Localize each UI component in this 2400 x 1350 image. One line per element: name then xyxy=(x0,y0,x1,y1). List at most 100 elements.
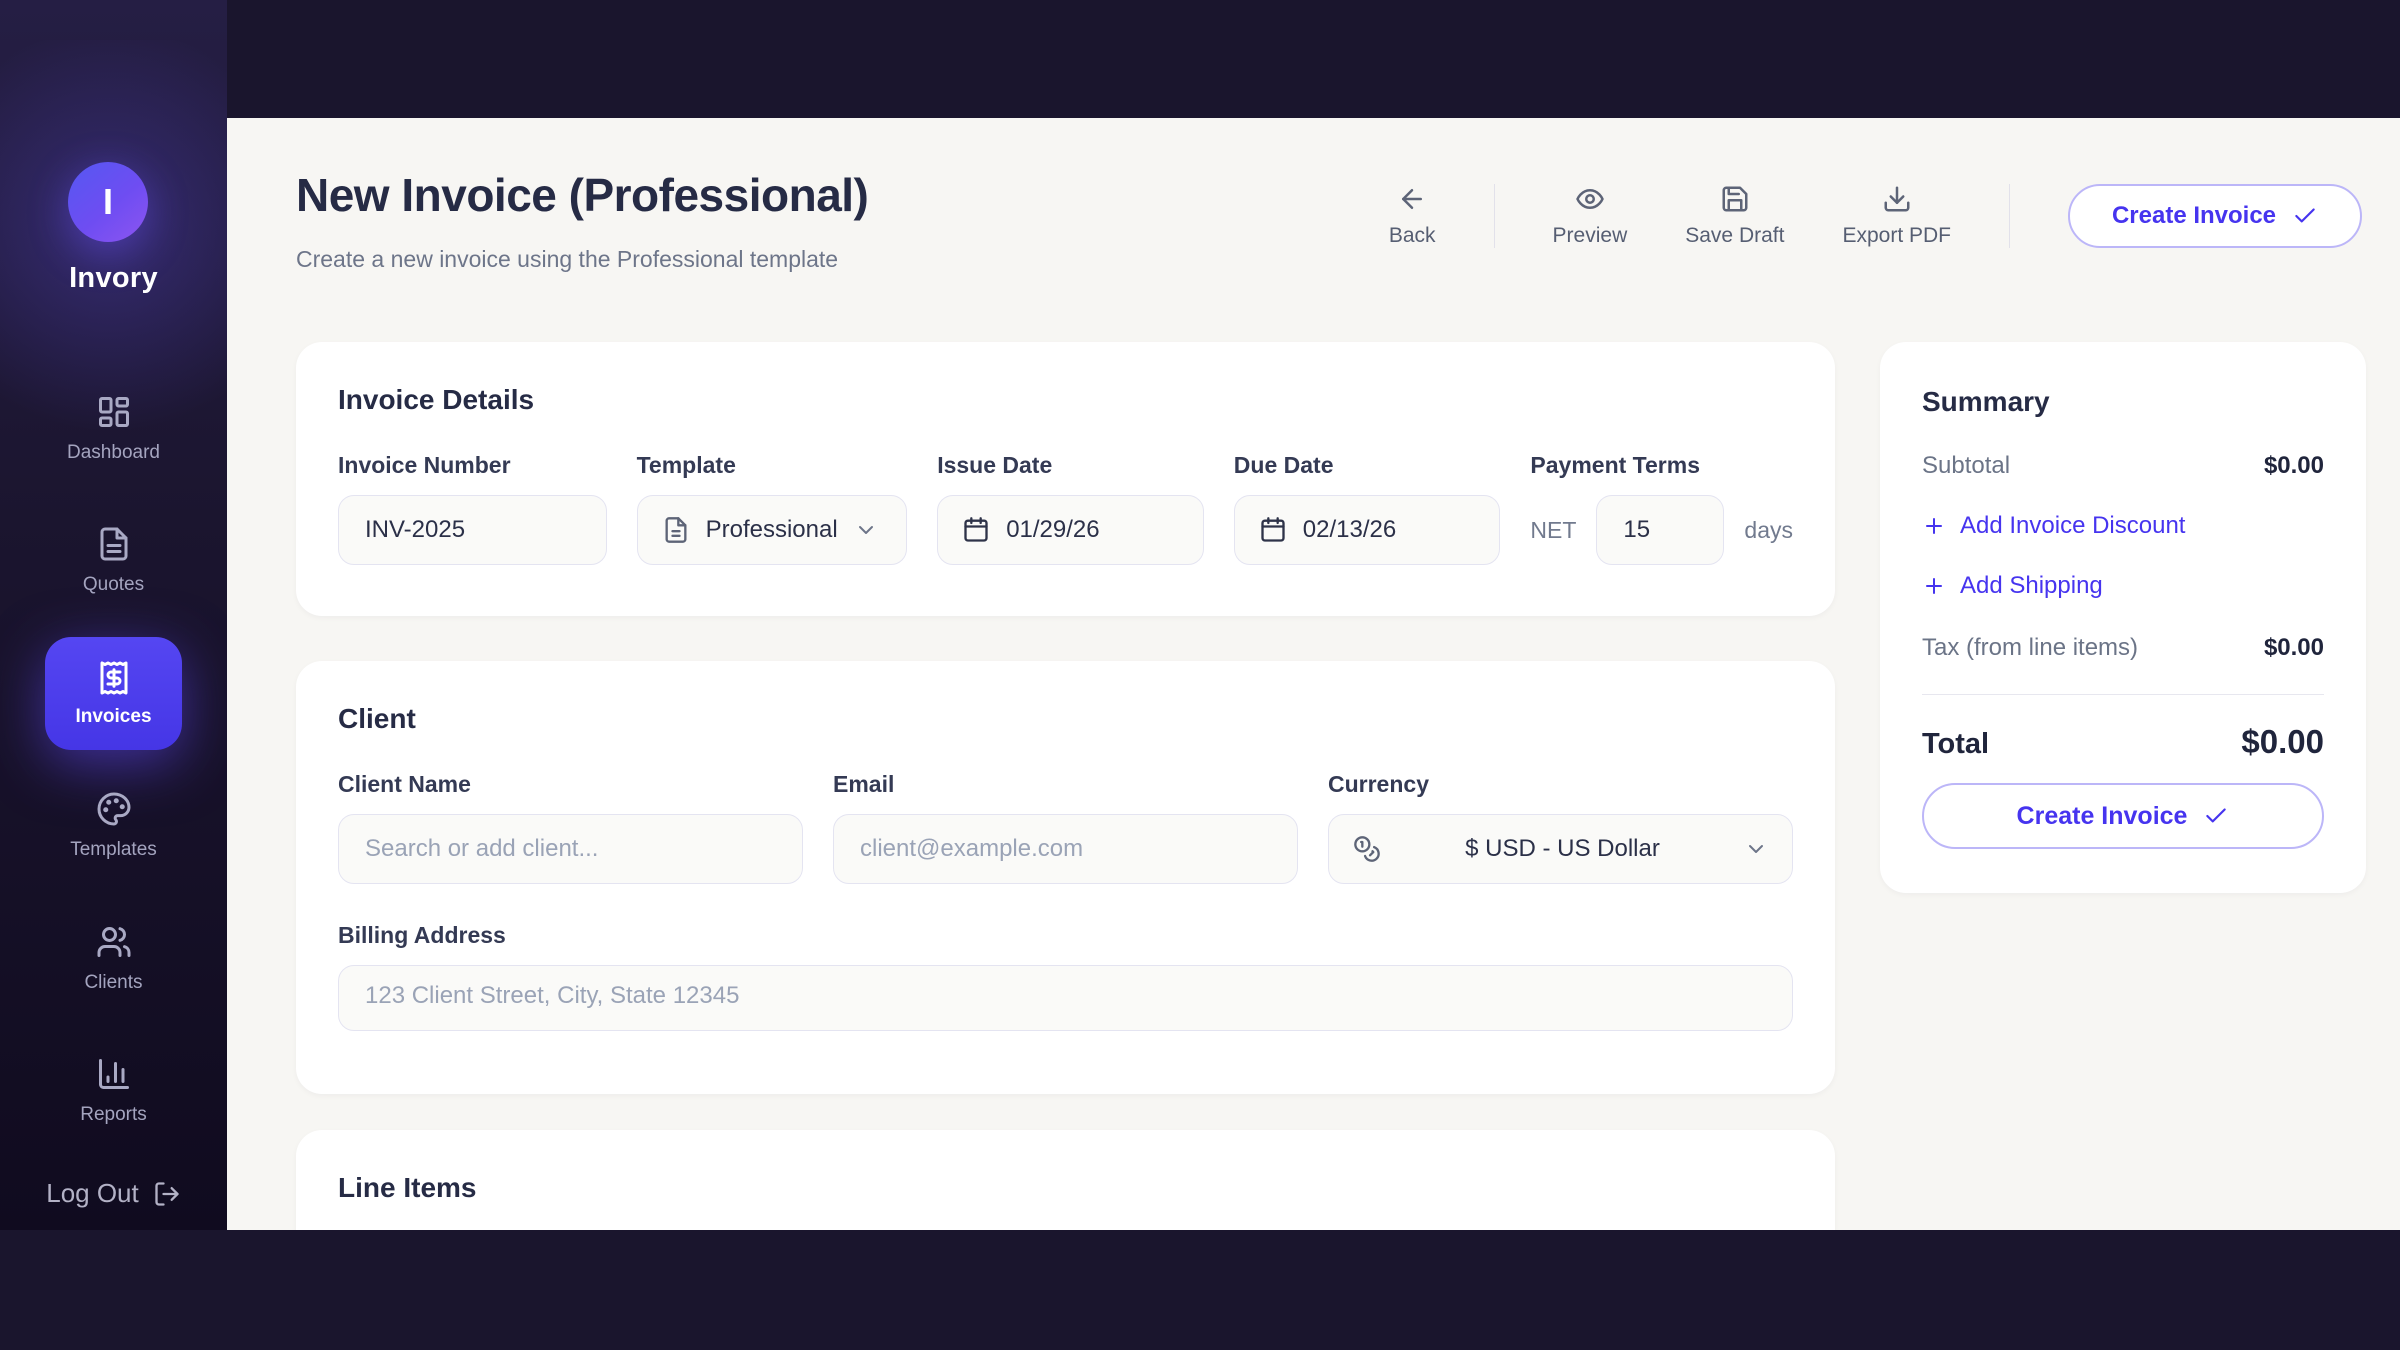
invoice-number-field: Invoice Number xyxy=(338,452,607,565)
add-discount-label: Add Invoice Discount xyxy=(1960,512,2185,540)
sidebar-item-label: Invoices xyxy=(75,706,151,728)
file-text-icon xyxy=(96,526,132,562)
add-discount-link[interactable]: Add Invoice Discount xyxy=(1922,512,2324,540)
currency-label: Currency xyxy=(1328,771,1793,798)
client-name-field: Client Name xyxy=(338,771,803,884)
line-items-card: Line Items xyxy=(296,1130,1835,1230)
client-name-input[interactable] xyxy=(338,814,803,884)
logout-button[interactable]: Log Out xyxy=(0,1178,227,1209)
receipt-dollar-icon xyxy=(96,660,132,696)
billing-address-label: Billing Address xyxy=(338,922,1793,949)
client-email-label: Email xyxy=(833,771,1298,798)
calendar-icon xyxy=(1259,516,1287,544)
add-shipping-link[interactable]: Add Shipping xyxy=(1922,572,2324,600)
plus-icon xyxy=(1922,514,1946,538)
invoice-number-label: Invoice Number xyxy=(338,452,607,479)
app-logo[interactable]: I xyxy=(68,162,148,242)
net-prefix: NET xyxy=(1530,517,1576,544)
tax-value: $0.00 xyxy=(2264,634,2324,662)
issue-date-field: Issue Date 01/29/26 xyxy=(937,452,1204,565)
add-shipping-label: Add Shipping xyxy=(1960,572,2103,600)
eye-icon xyxy=(1575,184,1605,214)
sidebar-item-reports[interactable]: Reports xyxy=(0,1056,227,1126)
template-label: Template xyxy=(637,452,908,479)
tax-label: Tax (from line items) xyxy=(1922,634,2138,662)
summary-card: Summary Subtotal $0.00 Add Invoice Disco… xyxy=(1880,342,2366,893)
plus-icon xyxy=(1922,574,1946,598)
client-card: Client Client Name Email Currency $ USD … xyxy=(296,661,1835,1094)
preview-button[interactable]: Preview xyxy=(1553,184,1628,248)
sidebar-item-templates[interactable]: Templates xyxy=(0,791,227,861)
export-pdf-label: Export PDF xyxy=(1842,224,1951,248)
file-text-icon xyxy=(662,516,690,544)
save-draft-button[interactable]: Save Draft xyxy=(1685,184,1784,248)
issue-date-picker[interactable]: 01/29/26 xyxy=(937,495,1204,565)
subtotal-row: Subtotal $0.00 xyxy=(1922,452,2324,480)
palette-icon xyxy=(96,791,132,827)
template-field: Template Professional xyxy=(637,452,908,565)
billing-address-field: Billing Address xyxy=(338,922,1793,1031)
issue-date-value: 01/29/26 xyxy=(1006,516,1099,544)
currency-value: $ USD - US Dollar xyxy=(1397,835,1728,863)
due-date-picker[interactable]: 02/13/26 xyxy=(1234,495,1501,565)
chevron-down-icon xyxy=(854,518,878,542)
app-name: Invory xyxy=(0,262,227,295)
summary-heading: Summary xyxy=(1922,386,2324,418)
save-icon xyxy=(1720,184,1750,214)
check-icon xyxy=(2292,203,2318,229)
currency-field: Currency $ USD - US Dollar xyxy=(1328,771,1793,884)
chevron-down-icon xyxy=(1744,837,1768,861)
payment-terms-label: Payment Terms xyxy=(1530,452,1793,479)
sidebar-item-label: Dashboard xyxy=(67,442,160,464)
bar-chart-icon xyxy=(96,1056,132,1092)
client-name-label: Client Name xyxy=(338,771,803,798)
summary-divider xyxy=(1922,694,2324,695)
create-invoice-label: Create Invoice xyxy=(2112,202,2276,230)
page-subtitle: Create a new invoice using the Professio… xyxy=(296,246,838,273)
tax-row: Tax (from line items) $0.00 xyxy=(1922,634,2324,662)
sidebar-item-label: Templates xyxy=(70,839,157,861)
download-icon xyxy=(1882,184,1912,214)
subtotal-value: $0.00 xyxy=(2264,452,2324,480)
sidebar-item-quotes[interactable]: Quotes xyxy=(0,526,227,596)
invoice-number-input[interactable] xyxy=(338,495,607,565)
payment-terms-input[interactable] xyxy=(1596,495,1724,565)
invoice-details-fields: Invoice Number Template Professional Iss… xyxy=(338,452,1793,565)
main-content: New Invoice (Professional) Create a new … xyxy=(227,118,2400,1230)
line-items-heading: Line Items xyxy=(338,1172,1793,1204)
total-value: $0.00 xyxy=(2241,723,2324,761)
due-date-label: Due Date xyxy=(1234,452,1501,479)
sidebar-item-label: Reports xyxy=(80,1104,147,1126)
sidebar-item-clients[interactable]: Clients xyxy=(0,924,227,994)
days-suffix: days xyxy=(1744,517,1793,544)
logout-icon xyxy=(153,1180,181,1208)
client-email-input[interactable] xyxy=(833,814,1298,884)
sidebar-item-label: Quotes xyxy=(83,574,144,596)
total-row: Total $0.00 xyxy=(1922,723,2324,761)
client-fields: Client Name Email Currency $ USD - US Do… xyxy=(338,771,1793,884)
payment-terms-row: NET days xyxy=(1530,495,1793,565)
arrow-left-icon xyxy=(1397,184,1427,214)
subtotal-label: Subtotal xyxy=(1922,452,2010,480)
create-invoice-button-summary[interactable]: Create Invoice xyxy=(1922,783,2324,849)
sidebar-item-invoices[interactable]: Invoices xyxy=(45,637,182,750)
invoice-details-heading: Invoice Details xyxy=(338,384,1793,416)
billing-address-input[interactable] xyxy=(338,965,1793,1031)
due-date-field: Due Date 02/13/26 xyxy=(1234,452,1501,565)
app-window: I Invory Dashboard Quotes Invoices Templ… xyxy=(0,0,2400,1350)
template-select[interactable]: Professional xyxy=(637,495,908,565)
sidebar-item-dashboard[interactable]: Dashboard xyxy=(0,394,227,464)
issue-date-label: Issue Date xyxy=(937,452,1204,479)
currency-select[interactable]: $ USD - US Dollar xyxy=(1328,814,1793,884)
export-pdf-button[interactable]: Export PDF xyxy=(1842,184,1951,248)
sidebar: I Invory Dashboard Quotes Invoices Templ… xyxy=(0,0,227,1230)
users-icon xyxy=(96,924,132,960)
dashboard-grid-icon xyxy=(96,394,132,430)
check-icon xyxy=(2203,803,2229,829)
due-date-value: 02/13/26 xyxy=(1303,516,1396,544)
save-draft-label: Save Draft xyxy=(1685,224,1784,248)
create-invoice-label: Create Invoice xyxy=(2017,802,2188,831)
back-button[interactable]: Back xyxy=(1389,184,1436,248)
create-invoice-button-top[interactable]: Create Invoice xyxy=(2068,184,2362,248)
app-logo-letter: I xyxy=(103,181,113,223)
